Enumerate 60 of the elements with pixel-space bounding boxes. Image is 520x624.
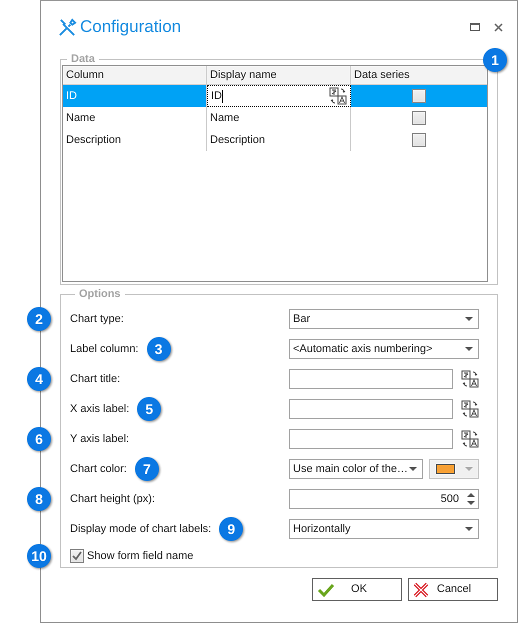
field-label: Chart type:	[70, 312, 124, 327]
tools-icon	[58, 18, 77, 36]
color-picker[interactable]	[429, 459, 479, 479]
table-cell: Description	[63, 129, 207, 151]
callout-badge: 5	[137, 397, 162, 421]
callout-badge: 10	[27, 544, 51, 568]
checkbox[interactable]	[412, 89, 426, 103]
caret-icon	[465, 527, 473, 531]
callout-badge: 7	[134, 457, 159, 481]
checkbox-option[interactable]: Show form field name	[70, 548, 194, 564]
table-row[interactable]: ID ID	[63, 85, 487, 107]
callout-badge: 6	[27, 427, 51, 451]
callout-badge: 2	[27, 307, 51, 331]
translate-icon[interactable]	[461, 430, 479, 448]
field-label: Chart title:	[70, 372, 120, 387]
field-label: Y axis label:	[70, 432, 130, 447]
table-cell: Description	[207, 129, 351, 151]
callout-badge: 4	[27, 367, 51, 391]
input-field[interactable]: ID	[207, 85, 351, 107]
field-label: Display mode of chart labels:	[70, 522, 212, 537]
cell-text: ID	[211, 88, 222, 104]
field-label: Chart height (px):	[70, 492, 155, 507]
cross-icon	[413, 582, 429, 598]
input-field[interactable]	[289, 399, 453, 419]
callout-badge: 3	[146, 337, 170, 361]
callout-badge: 1	[483, 48, 507, 72]
caret-icon	[465, 317, 473, 321]
column-header[interactable]: Display name	[207, 66, 351, 84]
caret-icon	[465, 467, 473, 471]
input-field[interactable]	[289, 369, 453, 389]
number-field[interactable]: 500	[289, 489, 479, 509]
group-legend: Data	[67, 53, 99, 65]
ok-button[interactable]: OK	[312, 578, 402, 601]
maximize-icon[interactable]	[470, 23, 480, 31]
window-title: Configuration	[80, 16, 182, 38]
field-label: Label column:	[70, 342, 138, 357]
checkbox[interactable]	[412, 133, 426, 147]
field-label: Chart color:	[70, 462, 127, 477]
callout-badge: 9	[219, 517, 244, 541]
close-icon[interactable]	[494, 22, 503, 32]
checkbox[interactable]	[70, 549, 84, 563]
column-header[interactable]: Column	[63, 66, 207, 84]
check-icon	[72, 551, 82, 561]
dropdown[interactable]: Use main color of the…	[289, 459, 423, 479]
spinner-arrows-icon[interactable]	[467, 492, 475, 506]
check-icon	[317, 582, 335, 596]
translate-icon[interactable]	[461, 370, 479, 388]
translate-icon[interactable]	[461, 400, 479, 418]
callout-badge: 8	[27, 487, 51, 511]
dropdown[interactable]: Bar	[289, 309, 479, 329]
translate-icon[interactable]	[329, 87, 347, 105]
dropdown[interactable]: Horizontally	[289, 519, 479, 539]
checkbox[interactable]	[412, 111, 426, 125]
caret-icon	[465, 347, 473, 351]
field-label: X axis label:	[70, 402, 130, 417]
input-field[interactable]	[289, 429, 453, 449]
dropdown[interactable]: <Automatic axis numbering>	[289, 339, 479, 359]
cancel-button[interactable]: Cancel	[408, 578, 498, 601]
caret-icon	[409, 467, 417, 471]
group-legend: Options	[75, 288, 125, 300]
